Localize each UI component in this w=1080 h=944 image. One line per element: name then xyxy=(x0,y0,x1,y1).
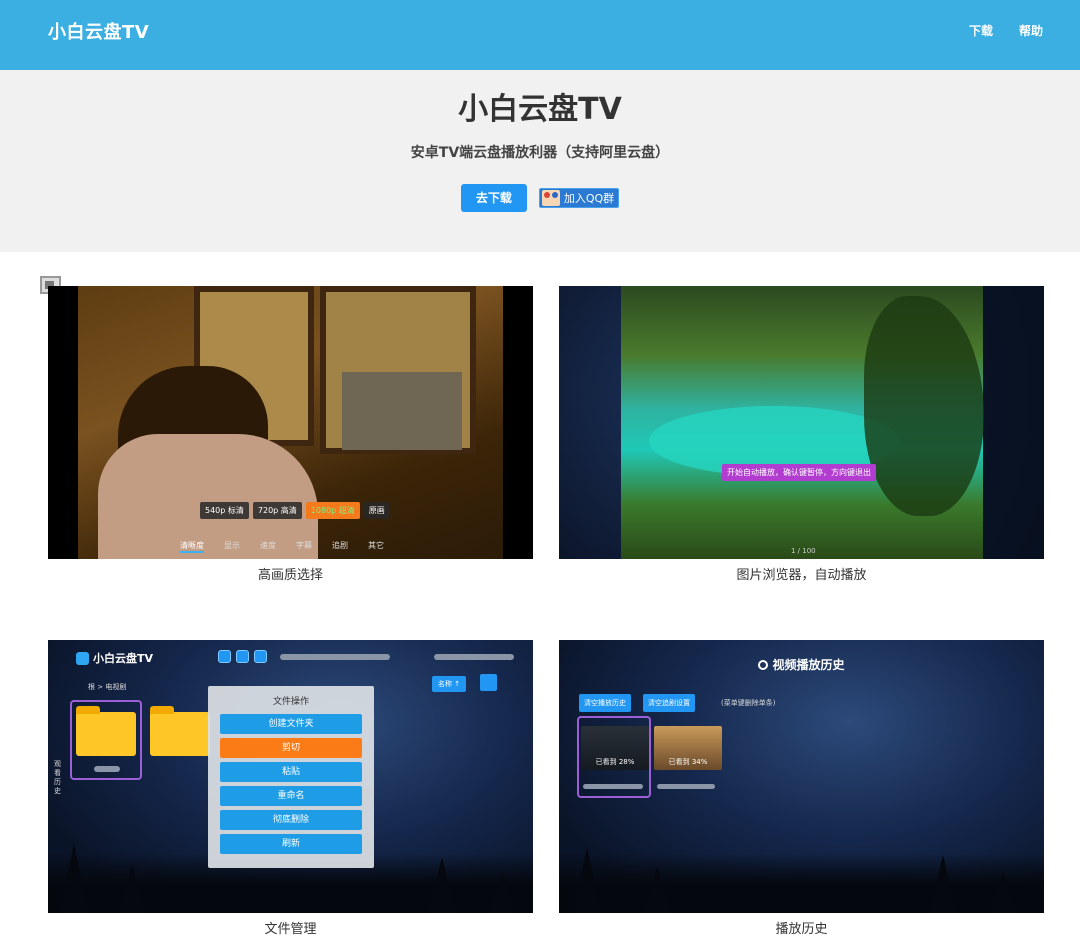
quality-option[interactable]: 原画 xyxy=(363,502,390,519)
tree xyxy=(428,857,456,913)
clear-history-button[interactable]: 清空播放历史 xyxy=(579,694,631,712)
clear-follow-settings-button[interactable]: 清空追剧设置 xyxy=(643,694,695,712)
app-logo: 小白云盘TV xyxy=(76,650,153,666)
autoplay-toast: 开始自动播放，确认键暂停，方向键退出 xyxy=(722,464,876,481)
tree xyxy=(643,867,671,913)
menu-item-other[interactable]: 其它 xyxy=(368,540,384,553)
download-button[interactable]: 去下载 xyxy=(460,184,527,212)
caption-file-manager: 文件管理 xyxy=(264,922,317,937)
screenshot-quality-select: 540p 标清 720p 高清 1080p 超清 原画 清晰度 显示 速度 字幕… xyxy=(48,286,533,559)
quality-option[interactable]: 720p 高清 xyxy=(252,502,302,519)
help-icon[interactable] xyxy=(254,650,267,663)
folder-icon[interactable] xyxy=(76,706,136,756)
screenshot-play-history: 视频播放历史 清空播放历史 清空追剧设置 (菜单键删除单条) 已看到 28% 已… xyxy=(559,640,1044,913)
masked-text xyxy=(434,654,514,660)
top-icons xyxy=(218,650,267,663)
screenshot-file-manager: 小白云盘TV 根 > 电视剧 观看历史 名称 ↑ 文件操作 创建文件夹 剪切 粘… xyxy=(48,640,533,913)
navbar: 小白云盘TV 下载 帮助 xyxy=(0,0,1080,70)
dialog-title: 文件操作 xyxy=(272,697,309,707)
caption-photo-browser: 图片浏览器，自动播放 xyxy=(736,568,867,583)
quality-option-selected[interactable]: 1080p 超清 xyxy=(305,502,360,519)
cut-button[interactable]: 剪切 xyxy=(220,738,362,758)
app-name: 小白云盘TV xyxy=(93,652,154,665)
menu-item-follow[interactable]: 追剧 xyxy=(332,540,348,553)
history-icon xyxy=(758,660,769,670)
masked-text xyxy=(280,654,390,660)
quality-options: 540p 标清 720p 高清 1080p 超清 原画 xyxy=(200,502,390,519)
tree xyxy=(488,873,516,913)
screenshot-photo-browser: 开始自动播放，确认键暂停，方向键退出 1 / 100 xyxy=(559,286,1044,559)
hero-buttons: 去下载 加入QQ群 xyxy=(0,184,1080,212)
tree xyxy=(118,865,146,913)
rename-button[interactable]: 重命名 xyxy=(220,786,362,806)
brand-logo[interactable]: 小白云盘TV xyxy=(48,18,149,44)
masked-text xyxy=(94,766,120,772)
hero-section: 小白云盘TV 安卓TV端云盘播放利器（支持阿里云盘） 去下载 加入QQ群 xyxy=(0,70,1080,252)
refresh-button[interactable]: 刷新 xyxy=(220,834,362,854)
page-title: 小白云盘TV xyxy=(458,92,622,127)
tree xyxy=(573,847,601,913)
tree xyxy=(60,843,88,913)
window-pane xyxy=(342,372,462,450)
masked-text xyxy=(657,784,715,789)
breadcrumb[interactable]: 根 > 电视剧 xyxy=(88,682,126,692)
tree-silhouettes xyxy=(559,847,1044,913)
cloud-icon xyxy=(76,651,89,665)
nav-links: 下载 帮助 xyxy=(969,22,1043,39)
caption-quality-select: 高画质选择 xyxy=(257,568,323,583)
menu-item-speed[interactable]: 速度 xyxy=(260,540,276,553)
tree xyxy=(929,855,957,913)
nav-link-download[interactable]: 下载 xyxy=(969,22,993,39)
user-icon[interactable] xyxy=(218,650,231,663)
caption-play-history: 播放历史 xyxy=(775,922,828,937)
sort-button[interactable]: 名称 ↑ xyxy=(432,676,467,692)
menu-item-display[interactable]: 显示 xyxy=(224,540,240,553)
folder-icon[interactable] xyxy=(150,706,210,756)
paste-button[interactable]: 粘贴 xyxy=(220,762,362,782)
create-folder-button[interactable]: 创建文件夹 xyxy=(220,714,362,734)
player-menu: 清晰度 显示 速度 字幕 追剧 其它 xyxy=(180,540,384,553)
hint-text: (菜单键删除单条) xyxy=(721,699,776,707)
join-qq-group-label: 加入QQ群 xyxy=(563,192,615,205)
menu-item-quality[interactable]: 清晰度 xyxy=(180,540,204,553)
join-qq-group-button[interactable]: 加入QQ群 xyxy=(538,188,620,208)
quality-option[interactable]: 540p 标清 xyxy=(200,502,249,519)
masked-text xyxy=(583,784,643,789)
watch-history-label[interactable]: 观看历史 xyxy=(54,760,64,796)
history-progress: 已看到 34% xyxy=(668,758,708,766)
delete-permanently-button[interactable]: 彻底删除 xyxy=(220,810,362,830)
qq-group-icon xyxy=(541,190,560,206)
photo-counter: 1 / 100 xyxy=(791,547,816,555)
file-operation-dialog: 文件操作 创建文件夹 剪切 粘贴 重命名 彻底删除 刷新 xyxy=(208,686,374,868)
list-view-icon[interactable] xyxy=(480,674,497,691)
menu-item-subtitle[interactable]: 字幕 xyxy=(296,540,312,553)
tree xyxy=(989,871,1017,913)
page-subtitle: 安卓TV端云盘播放利器（支持阿里云盘） xyxy=(410,145,670,161)
nav-link-help[interactable]: 帮助 xyxy=(1019,22,1043,39)
settings-icon[interactable] xyxy=(236,650,249,663)
history-title: 视频播放历史 xyxy=(772,658,845,672)
history-title-row: 视频播放历史 xyxy=(559,656,1044,673)
history-progress: 已看到 28% xyxy=(595,758,635,766)
